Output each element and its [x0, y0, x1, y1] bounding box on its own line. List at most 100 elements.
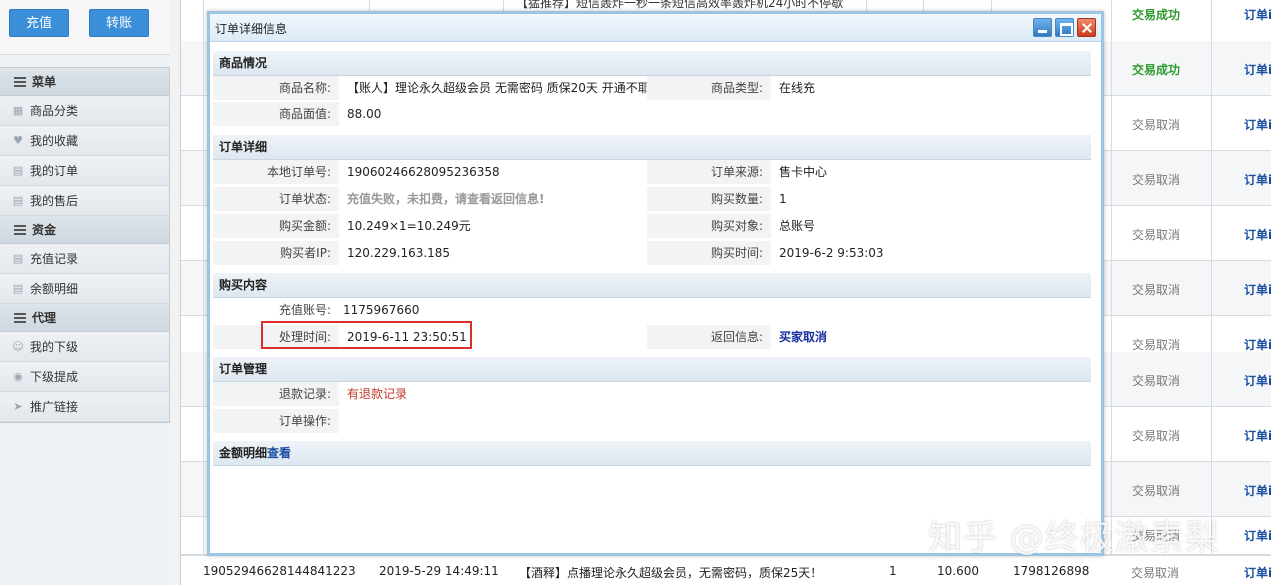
product-cell: 【猛推荐】短信轰炸一秒一条短信高效率轰炸机24小时不停歇 [516, 0, 844, 10]
sidebar-item-balance-details[interactable]: ▤ 余额明细 [0, 274, 169, 304]
status-badge: 交易取消 [1131, 338, 1180, 352]
quantity-value: 1 [779, 192, 787, 206]
sidebar-menu: 菜单 ▦ 商品分类 ♥ 我的收藏 ▤ 我的订单 ▤ 我的售后 资金 ▤ 充值记录 ▤ 余额明… [0, 67, 170, 423]
sidebar-item-my-orders[interactable]: ▤ 我的订单 [0, 156, 169, 186]
close-icon[interactable] [1077, 18, 1096, 37]
ip-value: 120.229.163.185 [347, 246, 451, 260]
info-row: 订单操作: [213, 409, 1091, 435]
sidebar-item-promo-link[interactable]: ➤ 推广链接 [0, 392, 169, 422]
menu-icon [14, 76, 26, 87]
return-info-value: 买家取消 [779, 330, 828, 344]
recharge-button[interactable]: 充值 [9, 9, 69, 37]
column-divider [203, 0, 204, 585]
sidebar-item-favorites[interactable]: ♥ 我的收藏 [0, 126, 169, 156]
field-label: 返回信息: [647, 325, 771, 349]
doc-icon: ▤ [12, 251, 24, 265]
info-row: 购买者IP: 120.229.163.185 购买时间: 2019-6-2 9:… [213, 241, 1091, 267]
info-row: 订单状态: 充值失败，未扣费，请查看返回信息! 购买数量: 1 [213, 187, 1091, 213]
field-label: 订单操作: [213, 409, 339, 433]
order-detail-link[interactable]: 订单i [1244, 336, 1271, 353]
order-detail-link[interactable]: 订单i [1244, 281, 1271, 298]
section-manage: 订单管理 [213, 357, 1091, 382]
buy-time-value: 2019-6-2 9:53:03 [779, 246, 884, 260]
agent-group-header[interactable]: 代理 [0, 304, 169, 332]
funds-group-header[interactable]: 资金 [0, 216, 169, 244]
amount-cell: 10.600 [937, 564, 979, 578]
status-badge: 交易成功 [1131, 63, 1180, 77]
face-value-value: 88.00 [347, 107, 382, 121]
sidebar-item-after-sales[interactable]: ▤ 我的售后 [0, 186, 169, 216]
order-detail-link[interactable]: 订单i [1244, 427, 1271, 444]
info-row: 购买金额: 10.249×1=10.249元 购买对象: 总账号 [213, 214, 1091, 240]
product-name-value: 【账人】理论永久超级会员 无需密码 质保20天 开通不耶 [347, 81, 647, 95]
status-badge: 交易取消 [1131, 228, 1180, 242]
sidebar-item-sub-commission[interactable]: ◉ 下级提成 [0, 362, 169, 392]
status-badge: 交易取消 [1131, 374, 1180, 388]
order-detail-link[interactable]: 订单i [1244, 116, 1271, 133]
minimize-icon[interactable] [1033, 18, 1052, 37]
watermark: 知乎 @终极激素梨 [928, 518, 1220, 558]
transfer-button[interactable]: 转账 [89, 9, 149, 37]
table-row: 19052946628144841223 2019-5-29 14:49:11 … [181, 555, 1271, 585]
order-detail-link[interactable]: 订单i [1244, 482, 1271, 499]
field-label: 购买时间: [647, 241, 771, 265]
info-row: 商品名称: 【账人】理论永久超级会员 无需密码 质保20天 开通不耶 商品类型:… [213, 76, 1091, 102]
coin-icon: ◉ [13, 369, 23, 383]
info-row: 商品面值: 88.00 [213, 102, 1091, 128]
grid-icon: ▦ [12, 103, 24, 117]
field-label: 本地订单号: [213, 160, 339, 184]
order-detail-link[interactable]: 订单i [1244, 61, 1271, 78]
sidebar-item-my-subordinates[interactable]: ☺ 我的下级 [0, 332, 169, 362]
field-label: 充值账号: [213, 298, 339, 322]
order-detail-dialog: 订单详细信息 商品情况 商品名称: 【账人】理论永久超级会员 无需密码 质保20… [207, 11, 1104, 556]
doc-icon: ▤ [12, 281, 24, 295]
heart-icon: ♥ [13, 133, 23, 147]
order-detail-link[interactable]: 订单i [1244, 372, 1271, 389]
users-icon: ☺ [12, 339, 24, 353]
refund-value[interactable]: 有退款记录 [341, 382, 641, 406]
section-purchase: 购买内容 [213, 273, 1091, 298]
order-detail-link[interactable]: 订单i [1244, 171, 1271, 188]
status-badge: 交易取消 [1131, 283, 1180, 297]
field-label: 订单状态: [213, 187, 339, 211]
time-cell: 2019-5-29 14:49:11 [379, 564, 499, 578]
dialog-title: 订单详细信息 [215, 22, 288, 36]
product-cell: 【酒释】点播理论永久超级会员，无需密码，质保25天！ [519, 566, 823, 580]
dialog-titlebar[interactable]: 订单详细信息 [210, 14, 1101, 42]
order-detail-link[interactable]: 订单i [1244, 564, 1271, 581]
field-label: 商品类型: [647, 76, 771, 100]
view-balance-link[interactable]: 查看 [267, 446, 291, 460]
product-type-value: 在线充 [779, 81, 816, 95]
account-value: 1175967660 [343, 303, 420, 317]
order-status-value: 充值失败，未扣费，请查看返回信息! [347, 192, 545, 206]
maximize-icon[interactable] [1055, 18, 1074, 37]
doc-icon: ▤ [12, 163, 24, 177]
sidebar: 充值 转账 菜单 ▦ 商品分类 ♥ 我的收藏 ▤ 我的订单 ▤ 我的售后 资金 ▤ 充值记… [0, 0, 170, 585]
status-badge: 交易取消 [1131, 566, 1180, 580]
section-product: 商品情况 [213, 51, 1091, 76]
sidebar-item-recharge-records[interactable]: ▤ 充值记录 [0, 244, 169, 274]
info-row: 本地订单号: 19060246628095236358 订单来源: 售卡中心 [213, 160, 1091, 186]
status-badge: 交易成功 [1131, 8, 1180, 22]
status-badge: 交易取消 [1131, 173, 1180, 187]
field-label: 购买对象: [647, 214, 771, 238]
field-label: 购买金额: [213, 214, 339, 238]
field-label: 购买数量: [647, 187, 771, 211]
doc-icon: ▤ [12, 193, 24, 207]
order-detail-link[interactable]: 订单i [1244, 6, 1271, 23]
menu-icon [14, 312, 26, 323]
field-label: 购买者IP: [213, 241, 339, 265]
section-order: 订单详细 [213, 135, 1091, 160]
field-label: 商品名称: [213, 76, 339, 100]
sidebar-item-product-category[interactable]: ▦ 商品分类 [0, 96, 169, 126]
amount-value: 10.249×1=10.249元 [347, 219, 471, 233]
account-cell: 1798126898 [1013, 564, 1090, 578]
field-label: 订单来源: [647, 160, 771, 184]
order-detail-link[interactable]: 订单i [1244, 527, 1271, 544]
status-badge: 交易取消 [1131, 118, 1180, 132]
local-order-value: 19060246628095236358 [347, 165, 500, 179]
order-detail-link[interactable]: 订单i [1244, 226, 1271, 243]
send-icon: ➤ [13, 399, 23, 413]
status-badge: 交易取消 [1131, 484, 1180, 498]
menu-group-header[interactable]: 菜单 [0, 68, 169, 96]
